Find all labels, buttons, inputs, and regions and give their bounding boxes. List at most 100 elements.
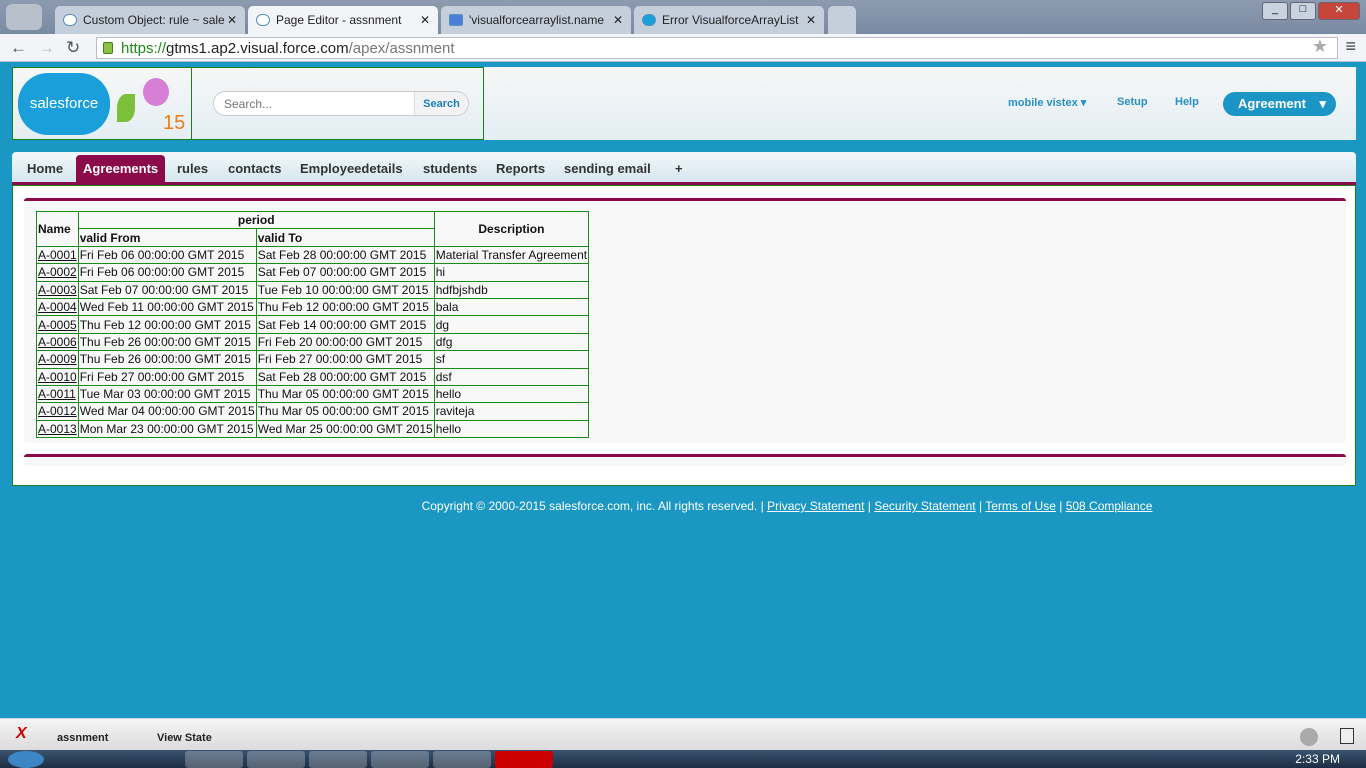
maximize-button[interactable]: □ — [1290, 2, 1316, 20]
nav-tab-employeedetails[interactable]: Employeedetails — [293, 155, 410, 182]
address-bar-row: ← → ↻ https://gtms1.ap2.visual.force.com… — [0, 34, 1366, 62]
setup-link[interactable]: Setup — [1117, 96, 1148, 108]
page-block: Name period Description valid From valid To… — [24, 198, 1346, 443]
reload-icon[interactable]: ↻ — [66, 38, 80, 58]
nav-tab-agreements[interactable]: Agreements — [76, 155, 166, 182]
record-link[interactable]: A-0006 — [38, 335, 77, 349]
browser-tab[interactable]: Error VisualforceArrayList ✕ — [634, 6, 824, 34]
compliance-link[interactable]: 508 Compliance — [1066, 499, 1153, 513]
record-link[interactable]: A-0005 — [38, 318, 77, 332]
valid-from-cell: Tue Mar 03 00:00:00 GMT 2015 — [77, 384, 257, 404]
dismiss-icon[interactable] — [1300, 728, 1318, 746]
description-cell: hello — [433, 384, 590, 404]
dev-page-tab[interactable]: assnment — [57, 732, 108, 744]
explorer-icon[interactable] — [185, 751, 243, 768]
browser-tab[interactable]: 'visualforcearraylist.name ✕ — [441, 6, 631, 34]
chrome-icon[interactable] — [433, 751, 491, 768]
valid-from-cell: Mon Mar 23 00:00:00 GMT 2015 — [77, 419, 257, 439]
close-dev-icon[interactable]: X — [16, 725, 27, 743]
description-cell: sf — [433, 350, 590, 369]
nav-tab-students[interactable]: students — [416, 155, 484, 182]
new-tab-button[interactable] — [828, 6, 856, 34]
close-tab-icon[interactable]: ✕ — [420, 13, 430, 27]
privacy-link[interactable]: Privacy Statement — [767, 499, 864, 513]
valid-from-cell: Thu Feb 26 00:00:00 GMT 2015 — [77, 332, 257, 352]
record-link[interactable]: A-0001 — [38, 248, 77, 262]
bird-mascot-icon: 15 — [113, 72, 188, 136]
salesforce-page: salesforce 15 Search mobile vistex ▾ Set… — [0, 62, 1366, 718]
record-link[interactable]: A-0011 — [38, 387, 76, 401]
record-link[interactable]: A-0009 — [38, 352, 77, 366]
back-icon[interactable]: ← — [10, 38, 27, 58]
taskbar-app-icon[interactable] — [247, 751, 305, 768]
page-block-empty — [24, 454, 1346, 466]
security-link[interactable]: Security Statement — [874, 499, 975, 513]
nav-tab-reports[interactable]: Reports — [489, 155, 552, 182]
name-cell: A-0005 — [36, 315, 79, 334]
valid-from-cell: Sat Feb 07 00:00:00 GMT 2015 — [77, 280, 257, 299]
start-button[interactable] — [8, 751, 44, 768]
view-state-tab[interactable]: View State — [157, 732, 212, 744]
acrobat-icon[interactable] — [495, 751, 553, 768]
record-link[interactable]: A-0004 — [38, 300, 77, 314]
col-description: Description — [433, 211, 590, 247]
name-cell: A-0004 — [36, 297, 79, 317]
forward-icon[interactable]: → — [38, 38, 55, 58]
record-link[interactable]: A-0013 — [38, 422, 77, 436]
url-input[interactable]: https://gtms1.ap2.visual.force.com/apex/… — [96, 37, 1338, 59]
valid-to-cell: Sat Feb 28 00:00:00 GMT 2015 — [255, 367, 435, 386]
record-link[interactable]: A-0010 — [38, 370, 77, 384]
content-area: Name period Description valid From valid To… — [12, 185, 1356, 486]
valid-to-cell: Fri Feb 27 00:00:00 GMT 2015 — [255, 350, 435, 369]
clock: 2:33 PM — [1295, 752, 1340, 766]
search-input[interactable] — [214, 92, 414, 115]
close-tab-icon[interactable]: ✕ — [227, 13, 237, 27]
footer: Copyright © 2000-2015 salesforce.com, in… — [421, 499, 1153, 513]
description-cell: dsf — [433, 367, 590, 386]
name-cell: A-0006 — [36, 332, 79, 352]
lock-icon — [103, 42, 113, 54]
taskbar-app-icon[interactable] — [371, 751, 429, 768]
nav-tab-sending-email[interactable]: sending email — [557, 155, 658, 182]
record-link[interactable]: A-0003 — [38, 283, 77, 297]
close-tab-icon[interactable]: ✕ — [613, 13, 623, 27]
description-cell: hdfbjshdb — [433, 280, 590, 299]
app-menu-button[interactable]: Agreement ▾ — [1223, 92, 1336, 116]
name-cell: A-0013 — [36, 419, 79, 439]
record-link[interactable]: A-0002 — [38, 265, 77, 279]
nav-tab-contacts[interactable]: contacts — [221, 155, 288, 182]
browser-tab[interactable]: Custom Object: rule ~ sale ✕ — [55, 6, 245, 34]
table-row: A-0012 Wed Mar 04 00:00:00 GMT 2015 Thu Ma… — [36, 402, 590, 421]
windows-taskbar: 2:33 PM — [0, 750, 1366, 768]
browser-tab-active[interactable]: Page Editor - assnment ✕ — [248, 6, 438, 34]
ie-icon[interactable] — [70, 751, 110, 768]
salesforce-logo[interactable]: salesforce — [18, 73, 110, 135]
agreements-table: Name period Description valid From valid To… — [36, 210, 590, 439]
minimize-button[interactable]: _ — [1262, 2, 1288, 20]
record-link[interactable]: A-0012 — [38, 404, 77, 418]
chrome-menu-icon[interactable]: ≡ — [1345, 36, 1356, 57]
chrome-icon[interactable] — [309, 751, 367, 768]
window-close-button[interactable]: ✕ — [1318, 2, 1360, 20]
search-button[interactable]: Search — [414, 92, 468, 115]
add-tab-plus-icon[interactable]: + — [668, 155, 690, 182]
nav-tab-rules[interactable]: rules — [170, 155, 215, 182]
search-field: Search — [213, 91, 469, 116]
valid-to-cell: Fri Feb 20 00:00:00 GMT 2015 — [255, 332, 435, 352]
description-cell: dfg — [433, 332, 590, 352]
user-menu[interactable]: mobile vistex ▾ — [1008, 96, 1086, 109]
bookmark-star-icon[interactable]: ★ — [1312, 36, 1328, 57]
close-tab-icon[interactable]: ✕ — [806, 13, 816, 27]
nav-tab-home[interactable]: Home — [20, 155, 70, 182]
valid-to-cell: Thu Feb 12 00:00:00 GMT 2015 — [255, 297, 435, 317]
google-icon — [449, 14, 463, 26]
valid-from-cell: Thu Feb 12 00:00:00 GMT 2015 — [77, 315, 257, 334]
terms-link[interactable]: Terms of Use — [985, 499, 1056, 513]
table-row: A-0013 Mon Mar 23 00:00:00 GMT 2015 Wed Ma… — [36, 419, 590, 439]
help-link[interactable]: Help — [1175, 96, 1199, 108]
valid-to-cell: Sat Feb 14 00:00:00 GMT 2015 — [255, 315, 435, 334]
incognito-icon — [6, 4, 42, 30]
valid-from-cell: Fri Feb 06 00:00:00 GMT 2015 — [77, 263, 257, 282]
chevron-down-icon: ▾ — [1319, 96, 1327, 111]
expand-icon[interactable] — [1340, 728, 1354, 744]
